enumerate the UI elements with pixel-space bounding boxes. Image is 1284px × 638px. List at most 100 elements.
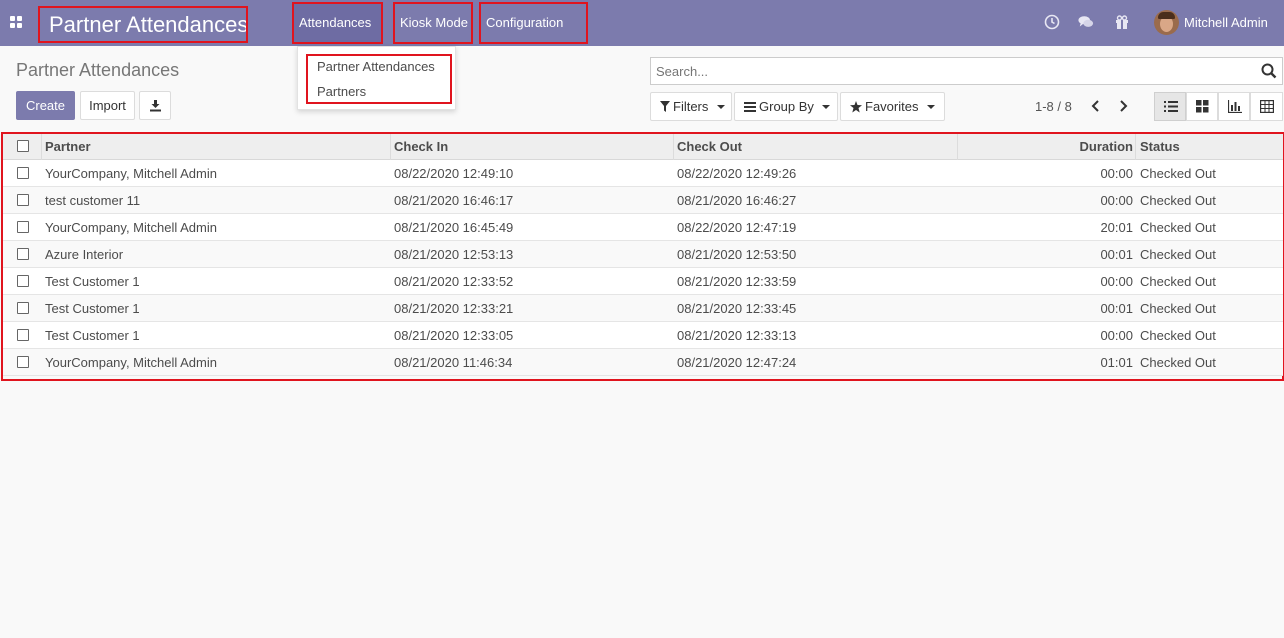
clock-icon[interactable] (1044, 14, 1060, 30)
graph-view-button[interactable] (1218, 92, 1250, 121)
row-checkbox[interactable] (17, 275, 29, 287)
apps-icon[interactable] (10, 16, 23, 29)
list-bars-icon (744, 102, 756, 112)
star-icon (850, 101, 862, 113)
pager-previous-icon[interactable] (1090, 98, 1102, 114)
favorites-button[interactable]: Favorites (840, 92, 945, 121)
status-cell: Checked Out (1140, 301, 1216, 316)
list-view-button[interactable] (1154, 92, 1186, 121)
bar-chart-icon (1228, 100, 1242, 113)
caret-down-icon (717, 105, 725, 109)
status-cell: Checked Out (1140, 355, 1216, 370)
check-out-cell: 08/21/2020 12:33:13 (677, 328, 797, 343)
partner-cell: Azure Interior (45, 247, 124, 262)
check-in-cell: 08/21/2020 12:33:21 (394, 301, 514, 316)
partner-cell: YourCompany, Mitchell Admin (45, 166, 217, 181)
dropdown-item-partners[interactable]: Partners (317, 84, 366, 99)
check-in-cell: 08/21/2020 16:46:17 (394, 193, 514, 208)
dropdown-item-partner-attendances[interactable]: Partner Attendances (317, 59, 435, 74)
status-cell: Checked Out (1140, 220, 1216, 235)
duration-cell: 00:00 (1100, 274, 1133, 289)
check-out-cell: 08/22/2020 12:49:26 (677, 166, 797, 181)
row-checkbox[interactable] (17, 194, 29, 206)
column-header-check-out[interactable]: Check Out (677, 139, 742, 154)
duration-cell: 00:00 (1100, 193, 1133, 208)
column-header-status[interactable]: Status (1140, 139, 1180, 154)
check-in-cell: 08/21/2020 11:46:34 (394, 355, 513, 370)
kanban-view-button[interactable] (1186, 92, 1218, 121)
status-cell: Checked Out (1140, 247, 1216, 262)
gift-icon[interactable] (1114, 14, 1130, 30)
table-row[interactable]: Azure Interior 08/21/2020 12:53:13 08/21/2… (3, 241, 1283, 268)
row-checkbox[interactable] (17, 221, 29, 233)
duration-cell: 00:00 (1100, 166, 1133, 181)
caret-down-icon (822, 105, 830, 109)
pivot-view-button[interactable] (1250, 92, 1283, 121)
download-button[interactable] (139, 91, 171, 120)
menu-configuration[interactable]: Configuration (479, 2, 588, 44)
page-title: Partner Attendances (16, 60, 180, 80)
table-row[interactable]: Test Customer 1 08/21/2020 12:33:05 08/21/… (3, 322, 1283, 349)
search-icon[interactable] (1261, 63, 1277, 79)
table-row[interactable]: YourCompany, Mitchell Admin 08/21/2020 11… (3, 349, 1283, 376)
check-in-cell: 08/21/2020 12:53:13 (394, 247, 514, 262)
menu-kiosk-mode[interactable]: Kiosk Mode (393, 2, 473, 44)
filters-button[interactable]: Filters (650, 92, 732, 121)
check-in-cell: 08/22/2020 12:49:10 (394, 166, 514, 181)
caret-down-icon (927, 105, 935, 109)
avatar[interactable] (1154, 10, 1179, 35)
column-header-partner[interactable]: Partner (45, 139, 91, 154)
pager-next-icon[interactable] (1117, 98, 1129, 114)
partner-cell: Test Customer 1 (45, 328, 140, 343)
select-all-checkbox[interactable] (17, 140, 29, 152)
favorites-label: Favorites (865, 99, 919, 114)
search-box[interactable] (650, 57, 1283, 85)
check-in-cell: 08/21/2020 16:45:49 (394, 220, 514, 235)
attendance-list: Partner Check In Check Out Duration Stat… (1, 132, 1284, 381)
menu-attendances[interactable]: Attendances (292, 2, 383, 44)
kanban-view-icon (1196, 100, 1209, 113)
column-header-check-in[interactable]: Check In (394, 139, 448, 154)
table-header: Partner Check In Check Out Duration Stat… (3, 134, 1283, 160)
check-out-cell: 08/22/2020 12:47:19 (677, 220, 797, 235)
download-icon (149, 100, 161, 112)
row-checkbox[interactable] (17, 302, 29, 314)
pager-value[interactable]: 1-8 / 8 (1035, 99, 1072, 114)
partner-cell: Test Customer 1 (45, 301, 140, 316)
app-title: Partner Attendances (38, 6, 248, 43)
duration-cell: 00:00 (1100, 328, 1133, 343)
row-checkbox[interactable] (17, 248, 29, 260)
partner-cell: Test Customer 1 (45, 274, 140, 289)
row-checkbox[interactable] (17, 167, 29, 179)
filter-icon (660, 101, 670, 112)
status-cell: Checked Out (1140, 328, 1216, 343)
user-menu[interactable]: Mitchell Admin (1184, 15, 1268, 30)
table-row[interactable]: YourCompany, Mitchell Admin 08/22/2020 12… (3, 160, 1283, 187)
table-row[interactable]: test customer 11 08/21/2020 16:46:17 08/21… (3, 187, 1283, 214)
partner-cell: YourCompany, Mitchell Admin (45, 220, 217, 235)
check-out-cell: 08/21/2020 12:47:24 (677, 355, 797, 370)
table-row[interactable]: Test Customer 1 08/21/2020 12:33:21 08/21/… (3, 295, 1283, 322)
row-checkbox[interactable] (17, 329, 29, 341)
status-cell: Checked Out (1140, 193, 1216, 208)
table-grid-icon (1260, 100, 1274, 113)
column-header-duration[interactable]: Duration (1043, 139, 1133, 154)
check-in-cell: 08/21/2020 12:33:05 (394, 328, 514, 343)
row-checkbox[interactable] (17, 356, 29, 368)
table-row[interactable]: Test Customer 1 08/21/2020 12:33:52 08/21/… (3, 268, 1283, 295)
group-by-label: Group By (759, 99, 814, 114)
duration-cell: 00:01 (1100, 247, 1133, 262)
duration-cell: 20:01 (1100, 220, 1133, 235)
partner-cell: YourCompany, Mitchell Admin (45, 355, 217, 370)
check-in-cell: 08/21/2020 12:33:52 (394, 274, 514, 289)
chat-icon[interactable] (1078, 14, 1094, 30)
group-by-button[interactable]: Group By (734, 92, 838, 121)
search-input[interactable] (656, 64, 1246, 79)
duration-cell: 00:01 (1100, 301, 1133, 316)
filters-label: Filters (673, 99, 709, 114)
import-button[interactable]: Import (80, 91, 135, 120)
status-cell: Checked Out (1140, 166, 1216, 181)
table-row[interactable]: YourCompany, Mitchell Admin 08/21/2020 16… (3, 214, 1283, 241)
create-button[interactable]: Create (16, 91, 75, 120)
status-cell: Checked Out (1140, 274, 1216, 289)
